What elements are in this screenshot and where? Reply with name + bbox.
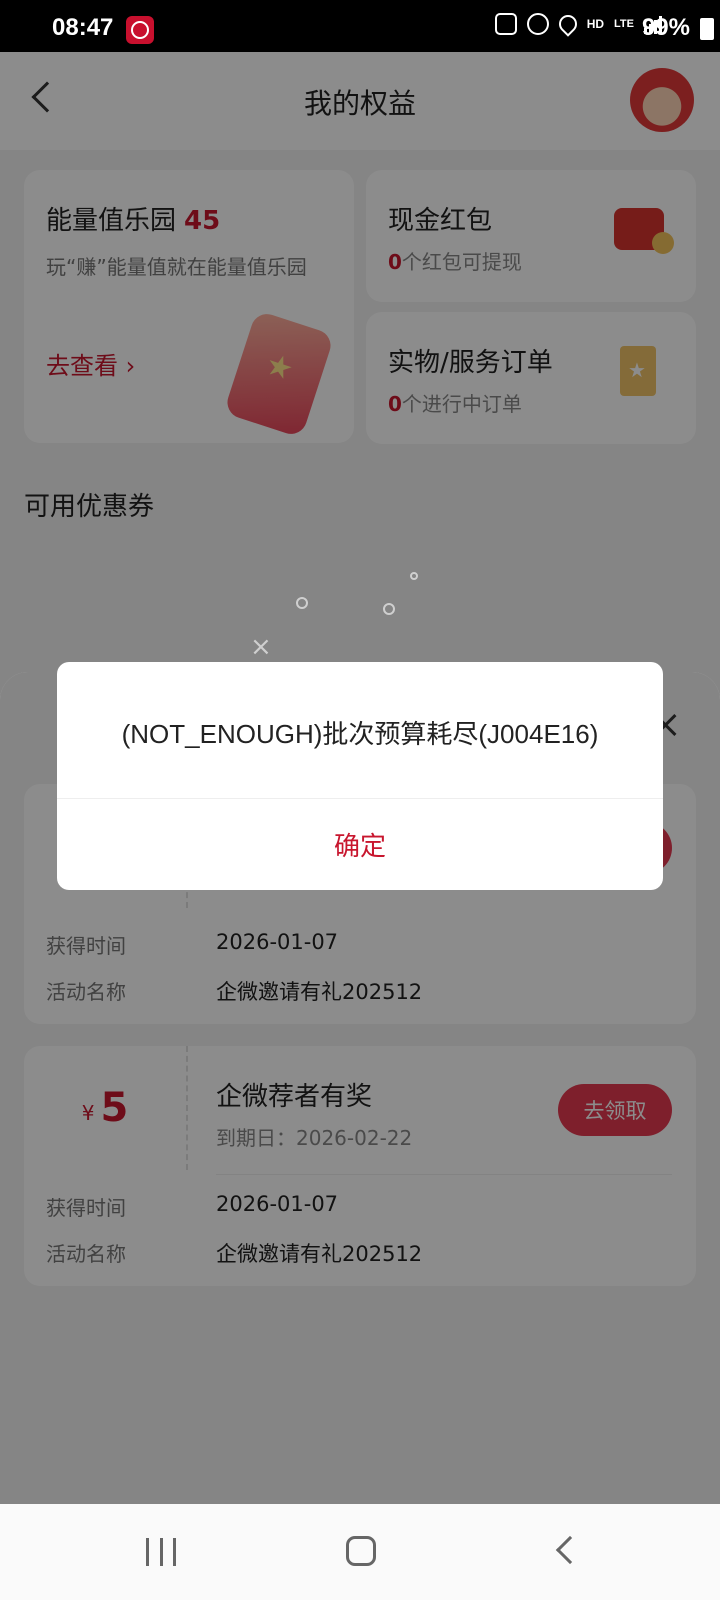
recycle-icon [494, 13, 517, 35]
system-nav-bar [0, 1504, 720, 1600]
status-bar: 08:47 HD LTE 99% [0, 0, 720, 52]
status-icons: HD LTE [494, 11, 662, 37]
loading-dot [410, 572, 418, 580]
battery-level: 99% [641, 14, 690, 41]
loading-dot [383, 603, 395, 615]
loading-dot [296, 597, 308, 609]
app-notification-icon [126, 16, 154, 44]
error-dialog: (NOT_ENOUGH)批次预算耗尽(J004E16) 确定 [57, 662, 663, 890]
location-icon [554, 11, 581, 37]
lte-indicator: LTE [614, 18, 634, 30]
hd-indicator: HD [586, 17, 605, 31]
confirm-button[interactable]: 确定 [57, 798, 663, 890]
faint-close-icon: × [250, 632, 272, 662]
alarm-icon [526, 13, 549, 35]
status-time: 08:47 [52, 14, 114, 41]
dialog-message: (NOT_ENOUGH)批次预算耗尽(J004E16) [121, 719, 599, 749]
home-icon[interactable] [346, 1536, 376, 1566]
nav-back-icon[interactable] [555, 1535, 585, 1565]
recent-apps-icon[interactable] [146, 1538, 176, 1566]
battery-icon [700, 18, 714, 40]
